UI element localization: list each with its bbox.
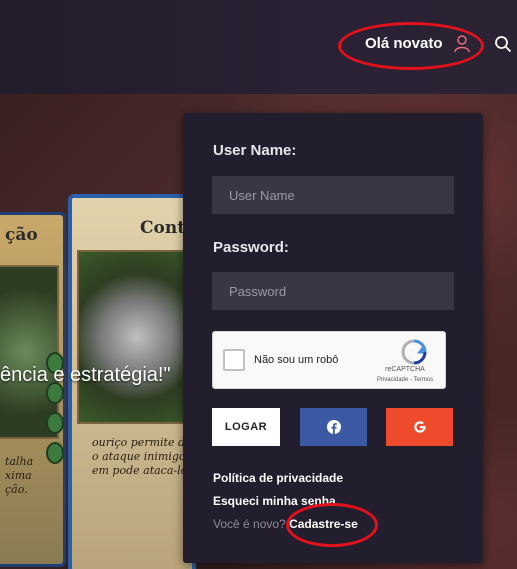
annotation-circle [338, 22, 484, 70]
facebook-icon [326, 420, 341, 434]
facebook-login-button[interactable] [300, 408, 367, 446]
hero-tagline: ência e estratégia!" [0, 364, 171, 386]
recaptcha-widget: Não sou um robô reCAPTCHA Privacidade - … [212, 331, 446, 389]
google-icon [413, 421, 426, 433]
recaptcha-logo-icon [401, 339, 427, 365]
recaptcha-label: Não sou um robô [254, 354, 339, 366]
card-gem [46, 412, 64, 434]
card-gem [46, 442, 64, 464]
new-user-text: Você é novo? [213, 517, 286, 531]
login-button[interactable]: LOGAR [212, 408, 280, 446]
username-label: User Name: [213, 142, 297, 159]
password-label: Password: [213, 239, 289, 256]
recaptcha-links[interactable]: Privacidade - Termos [373, 377, 437, 383]
recaptcha-checkbox[interactable] [223, 349, 245, 371]
card-right-art [77, 250, 197, 424]
annotation-circle [286, 503, 378, 547]
card-left-title: ção [5, 225, 38, 245]
password-input[interactable] [212, 272, 454, 310]
recaptcha-brand: reCAPTCHA [385, 366, 425, 373]
search-icon[interactable] [494, 35, 512, 53]
card-left-text: talha xima ção. [5, 455, 34, 496]
google-login-button[interactable] [386, 408, 453, 446]
username-input[interactable] [212, 176, 454, 214]
privacy-policy-link[interactable]: Política de privacidade [213, 471, 343, 485]
